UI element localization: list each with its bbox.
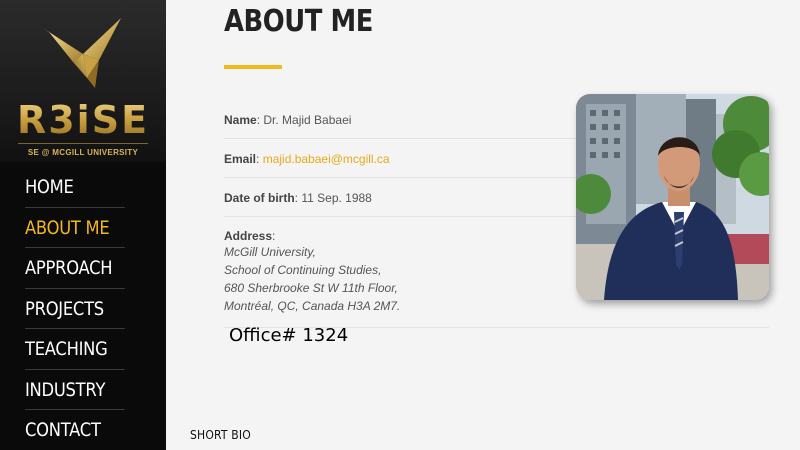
main-nav: HOME ABOUT ME APPROACH PROJECTS TEACHING…: [0, 167, 166, 450]
email-label: Email: [224, 152, 257, 166]
profile-photo: [576, 94, 769, 300]
dob-value: 11 Sep. 1988: [301, 191, 372, 205]
office-number: Office# 1324: [229, 325, 349, 346]
sidebar: R3iSE SE @ MCGILL UNIVERSITY HOME ABOUT …: [0, 0, 166, 450]
email-link[interactable]: majid.babaei@mcgill.ca: [263, 152, 390, 166]
nav-item-home[interactable]: HOME: [25, 167, 125, 208]
name-label: Name: [224, 113, 257, 127]
page-title: ABOUT ME: [224, 4, 373, 39]
short-bio-heading: SHORT BIO: [190, 428, 251, 442]
address-label: Address: [224, 229, 273, 243]
nav-item-projects[interactable]: PROJECTS: [25, 289, 125, 329]
brand-wordmark: R3iSE: [0, 98, 166, 142]
nav-item-about-me[interactable]: ABOUT ME: [25, 208, 125, 248]
nav-item-contact[interactable]: CONTACT: [25, 410, 125, 450]
dob-label: Date of birth: [224, 191, 295, 205]
logo[interactable]: R3iSE SE @ MCGILL UNIVERSITY: [0, 0, 166, 162]
origami-bird-icon: [43, 18, 121, 88]
nav-item-industry[interactable]: INDUSTRY: [25, 370, 125, 410]
logo-divider: [18, 143, 148, 144]
nav-item-teaching[interactable]: TEACHING: [25, 329, 125, 370]
name-value: Dr. Majid Babaei: [263, 113, 352, 127]
title-accent-bar: [224, 65, 282, 69]
portrait-photo-icon: [576, 94, 769, 300]
nav-item-approach[interactable]: APPROACH: [25, 248, 125, 289]
brand-tagline: SE @ MCGILL UNIVERSITY: [27, 148, 139, 157]
